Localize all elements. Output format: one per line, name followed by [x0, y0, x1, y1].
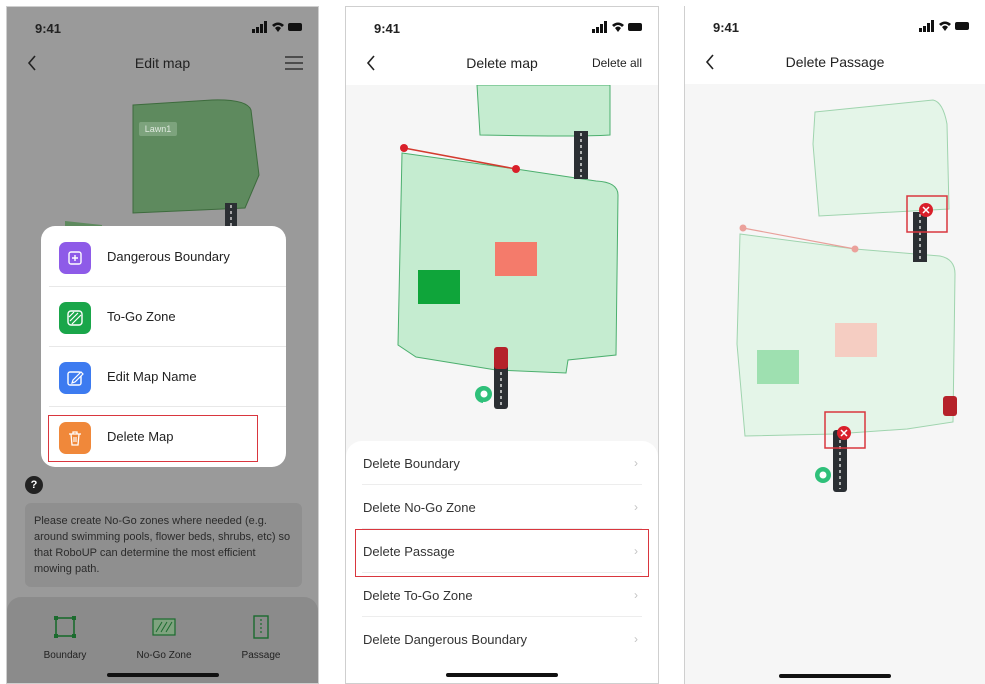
- to-go-zone: [418, 270, 460, 304]
- option-label: Delete Dangerous Boundary: [363, 632, 528, 647]
- boundary-point: [739, 224, 747, 232]
- nav-bar: Edit map: [7, 45, 318, 85]
- bottom-toolbar: Boundary No-Go Zone Passage: [7, 597, 318, 683]
- status-time: 9:41: [713, 20, 740, 35]
- tool-label: Boundary: [43, 650, 87, 661]
- home-indicator: [446, 673, 558, 677]
- page-title: Delete Passage: [785, 54, 885, 70]
- chevron-right-icon: ›: [634, 588, 638, 602]
- lawn-area-top: [812, 99, 950, 217]
- menu-label: Edit Map Name: [107, 369, 197, 384]
- menu-label: Dangerous Boundary: [107, 249, 230, 264]
- map-canvas[interactable]: [685, 84, 985, 604]
- delete-options-sheet: Delete Boundary › Delete No-Go Zone › De…: [346, 441, 658, 683]
- divider: [49, 346, 286, 347]
- chevron-right-icon: ›: [634, 632, 638, 646]
- status-bar: 9:41: [685, 6, 985, 44]
- hatched-zone-icon: [59, 302, 91, 334]
- edit-pencil-icon: [59, 362, 91, 394]
- nav-bar: Delete map Delete all: [346, 45, 658, 85]
- passage-icon: [253, 615, 269, 639]
- option-delete-to-go-zone[interactable]: Delete To-Go Zone ›: [362, 573, 642, 617]
- boundary-point: [851, 245, 859, 253]
- tool-no-go-zone[interactable]: No-Go Zone: [124, 615, 204, 661]
- menu-label: To-Go Zone: [107, 309, 176, 324]
- tool-label: No-Go Zone: [136, 650, 192, 661]
- divider: [49, 406, 286, 407]
- home-indicator: [779, 674, 891, 678]
- status-time: 9:41: [35, 21, 62, 36]
- map-edit-dialog: Dangerous Boundary To-Go Zone Edit Map N…: [41, 226, 286, 467]
- delete-all-button[interactable]: Delete all: [592, 56, 642, 70]
- no-go-zone: [495, 242, 537, 276]
- tool-passage[interactable]: Passage: [221, 615, 301, 661]
- status-bar: 9:41: [7, 7, 318, 45]
- boundary-point: [512, 165, 520, 173]
- option-delete-dangerous-boundary[interactable]: Delete Dangerous Boundary ›: [362, 617, 642, 660]
- mower-robot: [494, 347, 508, 369]
- option-label: Delete Boundary: [363, 456, 460, 471]
- edit-map-screen: 9:41 Edit map Lawn1 Dangerous Boundary T…: [6, 6, 319, 684]
- lawn-label: Lawn1: [145, 124, 172, 134]
- lawn-area: [132, 99, 260, 214]
- menu-to-go-zone[interactable]: To-Go Zone: [51, 292, 271, 342]
- tool-label: Passage: [241, 650, 281, 661]
- option-label: Delete No-Go Zone: [363, 500, 476, 515]
- status-icons: [252, 21, 302, 33]
- status-icons: [592, 21, 642, 33]
- add-boundary-icon: [59, 242, 91, 274]
- help-icon[interactable]: ?: [25, 476, 43, 494]
- map-canvas[interactable]: [346, 85, 659, 445]
- chevron-right-icon: ›: [634, 500, 638, 514]
- mower-robot: [943, 396, 957, 416]
- menu-dangerous-boundary[interactable]: Dangerous Boundary: [51, 232, 271, 282]
- hamburger-menu-icon[interactable]: [284, 55, 304, 71]
- no-go-zone-icon: [152, 618, 176, 636]
- status-bar: 9:41: [346, 7, 658, 45]
- boundary-point: [400, 144, 408, 152]
- option-delete-boundary[interactable]: Delete Boundary ›: [362, 441, 642, 485]
- menu-edit-map-name[interactable]: Edit Map Name: [51, 352, 271, 402]
- delete-passage-screen: 9:41 Delete Passage: [684, 6, 985, 684]
- lawn-area-top: [476, 85, 611, 137]
- option-label: Delete To-Go Zone: [363, 588, 473, 603]
- tip-card: Please create No-Go zones where needed (…: [25, 503, 302, 587]
- passage-path: [913, 212, 927, 262]
- option-delete-no-go-zone[interactable]: Delete No-Go Zone ›: [362, 485, 642, 529]
- tip-text: Please create No-Go zones where needed (…: [34, 515, 291, 575]
- status-icons: [919, 20, 969, 32]
- chevron-right-icon: ›: [634, 456, 638, 470]
- tool-boundary[interactable]: Boundary: [25, 615, 105, 661]
- page-title: Edit map: [134, 55, 191, 71]
- highlight-box: [48, 415, 258, 462]
- home-indicator: [106, 673, 219, 677]
- to-go-zone: [757, 350, 799, 384]
- delete-map-screen: 9:41 Delete map Delete all Delete Bounda…: [345, 6, 659, 684]
- highlight-box: [355, 529, 649, 577]
- boundary-icon: [54, 616, 76, 638]
- status-time: 9:41: [374, 21, 401, 36]
- divider: [49, 286, 286, 287]
- no-go-zone: [835, 323, 877, 357]
- nav-bar: Delete Passage: [685, 44, 985, 84]
